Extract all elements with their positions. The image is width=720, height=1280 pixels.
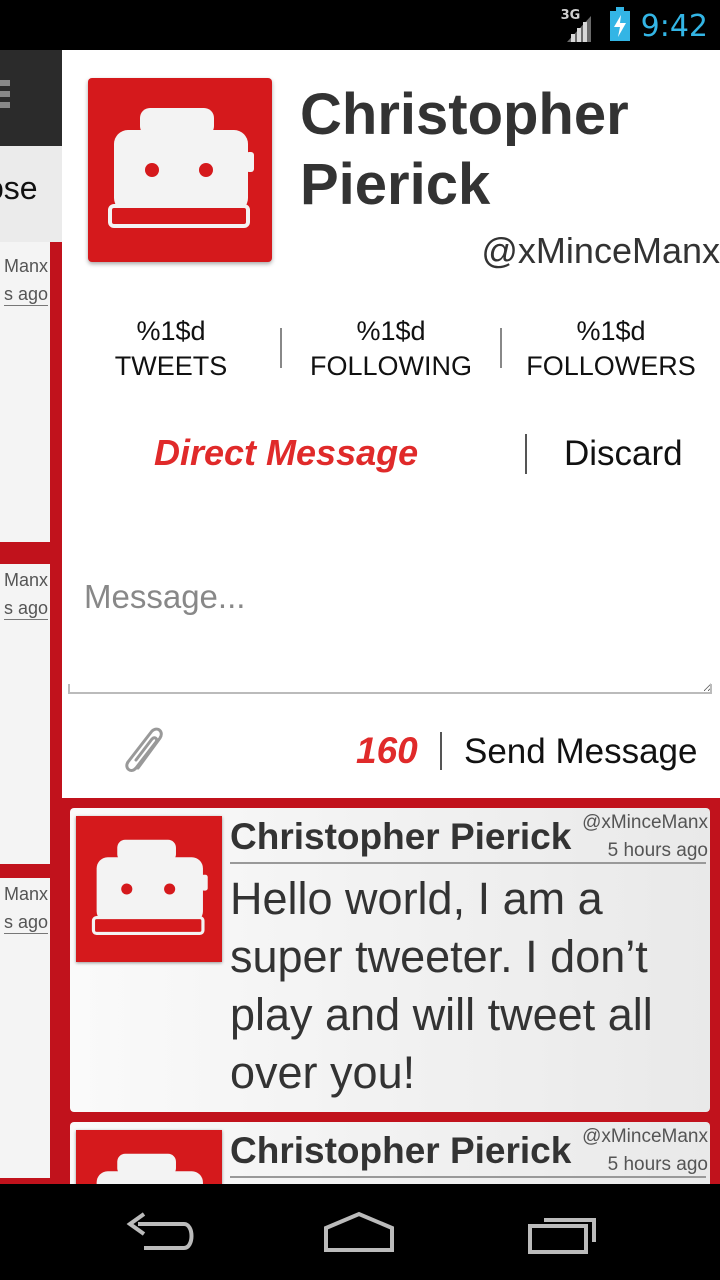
signal-icon: 3G	[561, 8, 599, 44]
tweet-time: 5 hours ago	[607, 1154, 708, 1175]
divider	[525, 434, 527, 474]
background-tweet-list: Manx s ago Manx s ago Manx s ago	[0, 242, 62, 1184]
divider	[440, 732, 442, 770]
list-item[interactable]: Manx s ago	[0, 564, 50, 864]
list-item[interactable]: Manx s ago	[0, 242, 50, 542]
tweet-time: s ago	[3, 284, 48, 306]
background-action-bar	[0, 50, 62, 146]
tweet-handle: Manx	[3, 256, 48, 276]
input-underline	[68, 684, 712, 694]
profile-stats: %1$d TWEETS %1$d FOLLOWING %1$d FOLLOWER…	[62, 314, 720, 384]
tweet-list: Christopher Pierick @xMinceManx 5 hours …	[62, 798, 720, 1184]
tweet-author: Christopher Pierick	[230, 816, 572, 857]
discard-button[interactable]: Discard	[564, 434, 683, 474]
profile-compose-panel: Christopher Pierick @xMinceManx %1$d TWE…	[62, 50, 720, 798]
menu-icon[interactable]	[0, 80, 10, 116]
battery-charging-icon	[609, 6, 631, 46]
send-message-button[interactable]: Send Message	[464, 732, 697, 772]
profile-name-line1: Christopher	[300, 82, 629, 147]
back-icon[interactable]	[114, 1202, 204, 1262]
stat-value: %1$d	[356, 316, 426, 346]
tweet-time: s ago	[3, 598, 48, 620]
tweet-handle: @xMinceManx	[582, 812, 708, 833]
stat-value: %1$d	[136, 316, 206, 346]
recent-apps-icon[interactable]	[520, 1202, 610, 1262]
background-close-label: ose	[0, 170, 38, 206]
status-icons: 3G 9:42	[561, 6, 708, 46]
tweet-time: s ago	[3, 912, 48, 934]
clock: 9:42	[640, 8, 708, 44]
profile-handle: @xMinceManx	[481, 230, 720, 271]
profile-name: Christopher Pierick	[300, 80, 710, 220]
background-timeline-panel: ose Manx s ago Manx s ago Manx s ago	[0, 50, 62, 1184]
tweet-handle: Manx	[3, 884, 48, 904]
stat-label: FOLLOWING	[309, 351, 472, 381]
stat-value: %1$d	[576, 316, 646, 346]
tweet-text: Hello world, I am a super tweeter. I don…	[230, 873, 653, 1098]
navigation-bar	[0, 1184, 720, 1280]
divider	[230, 1176, 706, 1178]
character-counter: 160	[356, 730, 418, 771]
stat-label: FOLLOWERS	[526, 351, 696, 381]
avatar[interactable]	[76, 1130, 222, 1184]
home-icon[interactable]	[314, 1202, 404, 1262]
toaster-icon	[108, 108, 254, 228]
avatar[interactable]	[76, 816, 222, 962]
list-item[interactable]: Manx s ago	[0, 878, 50, 1178]
profile-name-line2: Pierick	[300, 152, 491, 217]
divider	[230, 862, 706, 864]
direct-message-title: Direct Message	[154, 432, 419, 473]
stat-label: TWEETS	[114, 351, 228, 381]
tweet-card[interactable]: Christopher Pierick @xMinceManx 5 hours …	[70, 808, 710, 1112]
tweet-card[interactable]: Christopher Pierick @xMinceManx 5 hours …	[70, 1122, 710, 1184]
status-bar: 3G 9:42	[0, 0, 720, 50]
toaster-icon	[91, 839, 208, 936]
attachment-icon[interactable]	[118, 722, 174, 778]
tweet-time: 5 hours ago	[607, 840, 708, 861]
stat-followers[interactable]: %1$d FOLLOWERS	[502, 314, 720, 384]
stat-tweets[interactable]: %1$d TWEETS	[62, 314, 280, 384]
tweet-handle: @xMinceManx	[582, 1126, 708, 1147]
tweet-author: Christopher Pierick	[230, 1130, 572, 1171]
avatar[interactable]	[88, 78, 272, 262]
tweet-handle: Manx	[3, 570, 48, 590]
compose-header: Direct Message Discard	[62, 430, 720, 480]
stat-following[interactable]: %1$d FOLLOWING	[282, 314, 500, 384]
toaster-icon	[96, 1153, 203, 1184]
message-input[interactable]	[68, 568, 712, 694]
